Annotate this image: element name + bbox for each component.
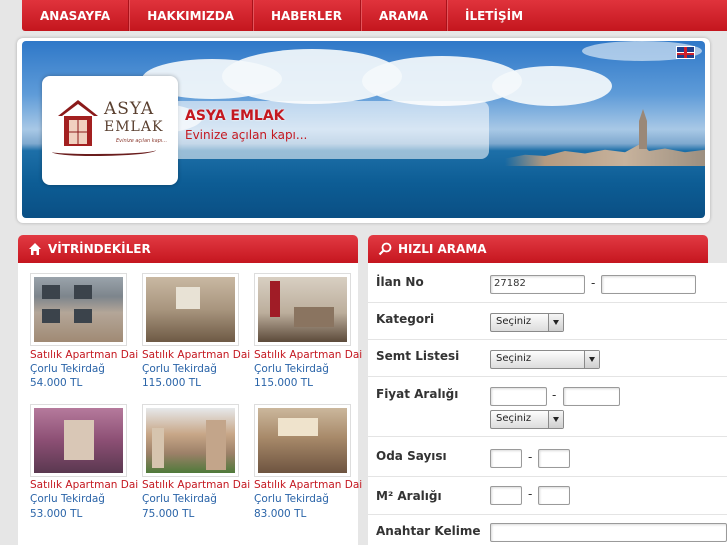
range-dash: -: [552, 388, 557, 402]
oda-row: Oda Sayısı -: [368, 437, 727, 477]
listing-price: 54.000 TL: [30, 377, 83, 389]
kategori-label: Kategori: [376, 312, 435, 326]
nav-item-anasayfa[interactable]: ANASAYFA: [22, 0, 130, 31]
listing-photo[interactable]: [142, 404, 239, 477]
vitrin-header: VİTRİNDEKİLER: [18, 235, 358, 263]
listing-price: 115.000 TL: [142, 377, 202, 389]
listing-title[interactable]: Satılık Apartman Dai: [254, 349, 364, 361]
listing-photo[interactable]: [254, 273, 351, 346]
listing-title[interactable]: Satılık Apartman Dai: [142, 479, 252, 491]
logo-line2: EMLAK: [104, 119, 164, 135]
oda-label: Oda Sayısı: [376, 449, 447, 463]
quick-search-header: HIZLI ARAMA: [368, 235, 708, 263]
logo[interactable]: ASYA EMLAK Evinize açılan kapı...: [42, 76, 178, 185]
oda-min-input[interactable]: [490, 449, 522, 468]
fiyat-currency-selected: Seçiniz: [496, 413, 532, 424]
banner-frame: ASYA EMLAK Evinize açılan kapı... ASYA E…: [17, 38, 710, 223]
anahtar-row: Anahtar Kelime: [368, 515, 727, 545]
kategori-select[interactable]: Seçiniz: [490, 313, 564, 332]
kategori-row: Kategori Seçiniz: [368, 303, 727, 340]
magnifier-icon: [378, 242, 392, 256]
ilan-no-label: İlan No: [376, 275, 424, 289]
banner-title: ASYA EMLAK: [185, 108, 285, 124]
nav-item-iletisim[interactable]: İLETİŞİM: [447, 0, 541, 31]
vitrin-body: Satılık Apartman Dai Çorlu Tekirdağ 54.0…: [18, 263, 362, 545]
listing-photo[interactable]: [30, 273, 127, 346]
listing-photo[interactable]: [254, 404, 351, 477]
semt-row: Semt Listesi Seçiniz: [368, 340, 727, 377]
chevron-down-icon: [548, 411, 563, 428]
nav-item-arama[interactable]: ARAMA: [361, 0, 447, 31]
m2-label: M² Aralığı: [376, 489, 442, 503]
chevron-down-icon: [548, 314, 563, 331]
vitrin-title: VİTRİNDEKİLER: [48, 242, 151, 256]
fiyat-currency-select[interactable]: Seçiniz: [490, 410, 564, 429]
listing-location: Çorlu Tekirdağ: [30, 363, 105, 375]
fiyat-max-input[interactable]: [563, 387, 620, 406]
listing-location: Çorlu Tekirdağ: [142, 363, 217, 375]
logo-slogan: Evinize açılan kapı...: [116, 138, 168, 144]
listing-title[interactable]: Satılık Apartman Dai: [254, 479, 364, 491]
listing-location: Çorlu Tekirdağ: [254, 493, 329, 505]
ilan-no-input-2[interactable]: [601, 275, 696, 294]
uk-flag-icon[interactable]: [676, 46, 695, 59]
listing-photo[interactable]: [30, 404, 127, 477]
ilan-no-row: İlan No 27182 -: [368, 263, 727, 303]
house-logo-icon: [58, 100, 98, 146]
listing-title[interactable]: Satılık Apartman Dai: [30, 479, 140, 491]
semt-select[interactable]: Seçiniz: [490, 350, 600, 369]
quick-search-title: HIZLI ARAMA: [398, 242, 487, 256]
listing-location: Çorlu Tekirdağ: [142, 493, 217, 505]
banner-subtitle: Evinize açılan kapı...: [185, 128, 308, 142]
galata-tower: [639, 109, 647, 149]
nav-item-haberler[interactable]: HABERLER: [253, 0, 361, 31]
m2-min-input[interactable]: [490, 486, 522, 505]
range-dash: -: [591, 276, 596, 290]
listing-location: Çorlu Tekirdağ: [254, 363, 329, 375]
fiyat-row: Fiyat Aralığı - Seçiniz: [368, 377, 727, 437]
m2-row: M² Aralığı -: [368, 477, 727, 515]
listing-photo[interactable]: [142, 273, 239, 346]
listing-price: 115.000 TL: [254, 377, 314, 389]
city-skyline: [505, 143, 705, 166]
listing-price: 83.000 TL: [254, 508, 307, 520]
anahtar-input[interactable]: [490, 523, 727, 542]
kategori-selected: Seçiniz: [496, 316, 532, 327]
oda-max-input[interactable]: [538, 449, 570, 468]
nav-item-hakkimizda[interactable]: HAKKIMIZDA: [129, 0, 253, 31]
semt-label: Semt Listesi: [376, 349, 460, 363]
logo-swoosh: [52, 146, 156, 156]
semt-selected: Seçiniz: [496, 353, 532, 364]
listing-location: Çorlu Tekirdağ: [30, 493, 105, 505]
home-icon: [28, 242, 42, 256]
anahtar-label: Anahtar Kelime: [376, 524, 481, 538]
chevron-down-icon: [584, 351, 599, 368]
range-dash: -: [528, 487, 533, 501]
fiyat-label: Fiyat Aralığı: [376, 387, 459, 401]
quick-search-form: İlan No 27182 - Kategori Seçiniz Semt Li…: [368, 263, 727, 545]
listing-title[interactable]: Satılık Apartman Dai: [30, 349, 140, 361]
m2-max-input[interactable]: [538, 486, 570, 505]
banner-image: ASYA EMLAK Evinize açılan kapı... ASYA E…: [22, 41, 705, 218]
range-dash: -: [528, 450, 533, 464]
main-nav: ANASAYFA HAKKIMIZDA HABERLER ARAMA İLETİ…: [22, 0, 727, 31]
listing-price: 75.000 TL: [142, 508, 195, 520]
banner-tagline: ASYA EMLAK Evinize açılan kapı...: [178, 101, 489, 159]
logo-line1: ASYA: [104, 99, 155, 119]
fiyat-min-input[interactable]: [490, 387, 547, 406]
listing-title[interactable]: Satılık Apartman Dai: [142, 349, 252, 361]
ilan-no-input[interactable]: 27182: [490, 275, 585, 294]
listing-price: 53.000 TL: [30, 508, 83, 520]
